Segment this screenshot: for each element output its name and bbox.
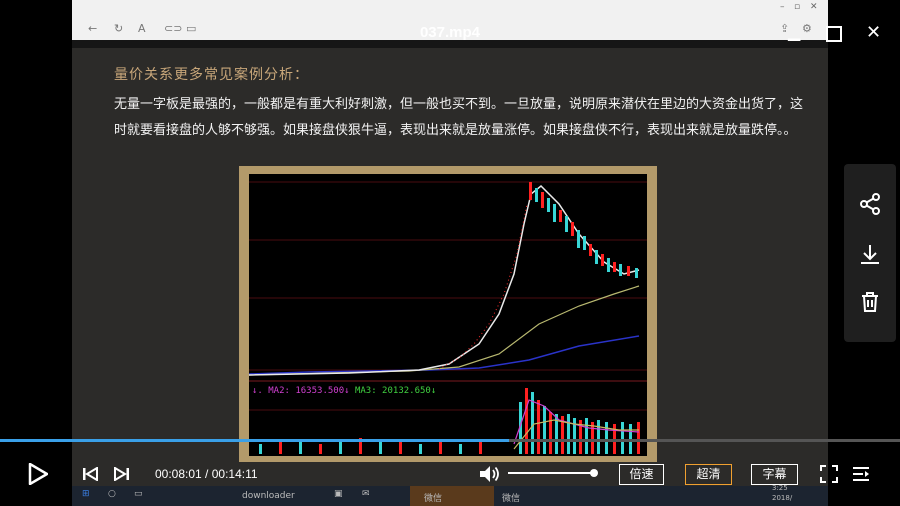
ma-yellow-line xyxy=(249,285,640,376)
side-action-panel xyxy=(844,164,896,342)
stock-chart-graphic xyxy=(249,181,647,454)
recorded-minimize-icon: – xyxy=(780,2,785,12)
taskbar-app-wechat-1: 微信 xyxy=(410,486,494,506)
recorded-divider xyxy=(72,40,828,48)
slide-paragraph: 无量一字板是最强的，一般都是有重大利好刺激，但一般也买不到。一旦放量，说明原来潜… xyxy=(114,97,804,138)
ma-red-dots xyxy=(438,203,528,370)
download-icon[interactable] xyxy=(858,242,882,266)
candles xyxy=(529,182,638,278)
time-display: 00:08:01 / 00:14:11 xyxy=(155,467,258,481)
speed-button[interactable]: 倍速 xyxy=(619,464,664,485)
slide-heading: 量价关系更多常见案例分析： xyxy=(114,67,309,83)
close-button[interactable]: ✕ xyxy=(866,22,881,43)
recorded-close-icon: ✕ xyxy=(810,2,818,12)
recorded-restore-icon: ▫ xyxy=(794,2,801,12)
total-time: 00:14:11 xyxy=(211,467,258,481)
previous-button[interactable] xyxy=(82,467,98,481)
next-button[interactable] xyxy=(114,467,130,481)
search-circle-icon: ○ xyxy=(108,489,116,499)
fullscreen-icon[interactable] xyxy=(820,465,838,483)
taskbar-app-downloader: downloader xyxy=(242,491,295,501)
video-title: 037.mp4 xyxy=(419,24,481,41)
ma-white-line xyxy=(249,184,640,376)
subtitle-button[interactable]: 字幕 xyxy=(751,464,798,485)
volume-icon[interactable] xyxy=(479,465,501,483)
quality-button[interactable]: 超清 xyxy=(685,464,732,485)
progress-fill xyxy=(0,439,509,442)
stock-chart: ↓. MA2: 16353.500↓ MA3: 20132.650↓ xyxy=(249,174,647,456)
clock-time: 3:25 xyxy=(772,484,788,492)
store-icon: ▣ xyxy=(334,489,343,499)
share-icon[interactable] xyxy=(858,192,882,216)
volume-slider[interactable] xyxy=(508,472,596,474)
minimize-button[interactable]: ▁ xyxy=(788,22,800,41)
playlist-icon[interactable] xyxy=(852,466,870,482)
recorded-taskbar: ⊞ ○ ▭ downloader ▣ ✉ 微信 微信 3:25 2018/ xyxy=(72,484,828,506)
delete-icon[interactable] xyxy=(858,290,882,314)
ma2-label: ↓. MA2: 16353.500↓ xyxy=(252,386,350,396)
mail-icon: ✉ xyxy=(362,489,370,499)
taskbar-app-wechat-2: 微信 xyxy=(502,494,521,504)
video-frame: ← ↻ A ⊂⊃ ▭ – ▫ ✕ ⇪ ⚙ 量价关系更多常见案例分析： 无量一字板… xyxy=(72,0,828,486)
windows-start-icon: ⊞ xyxy=(82,489,90,499)
progress-bar[interactable] xyxy=(0,439,900,442)
play-button[interactable] xyxy=(28,463,48,485)
maximize-button[interactable] xyxy=(826,26,842,42)
stock-chart-frame: ↓. MA2: 16353.500↓ MA3: 20132.650↓ xyxy=(239,166,657,462)
ma-labels: ↓. MA2: 16353.500↓ MA3: 20132.650↓ xyxy=(252,386,436,396)
taskview-icon: ▭ xyxy=(134,489,143,499)
volume-bars xyxy=(259,388,640,454)
clock-date: 2018/ xyxy=(772,494,793,502)
current-time: 00:08:01 xyxy=(155,467,202,481)
ma3-label: MA3: 20132.650↓ xyxy=(354,386,437,396)
